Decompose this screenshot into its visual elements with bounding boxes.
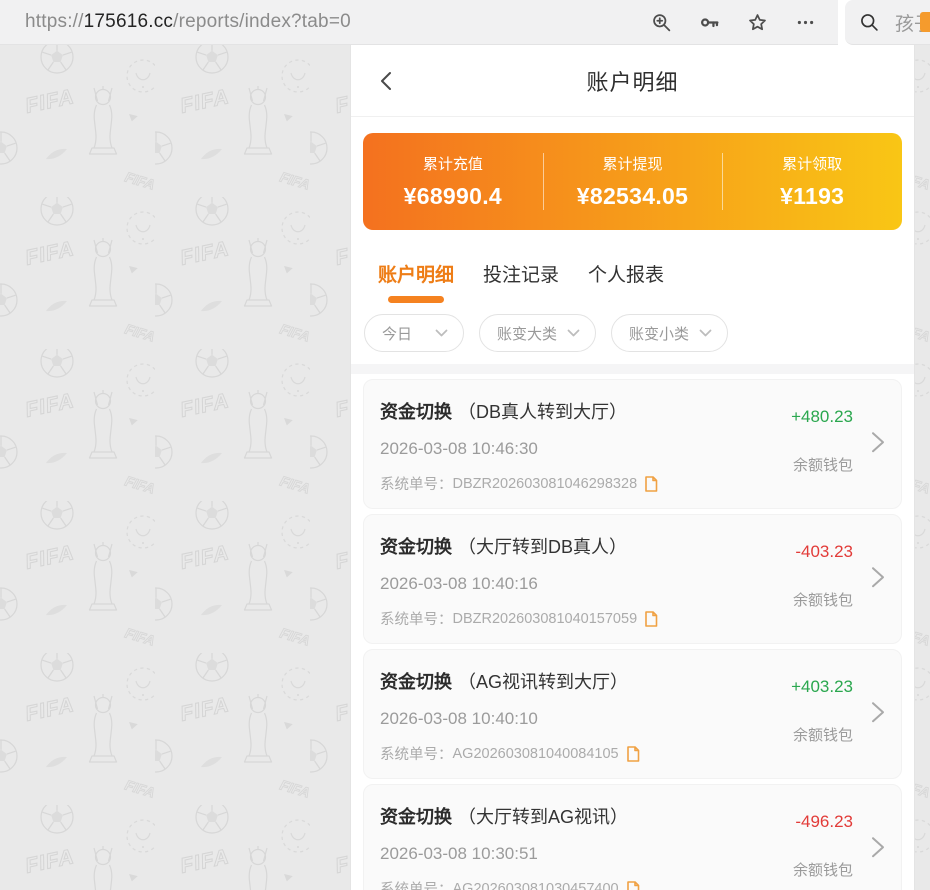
filter-label: 今日 [382,323,412,344]
key-icon[interactable] [698,11,720,33]
summary-card: 累计充值 ¥68990.4 累计提现 ¥82534.05 累计领取 ¥1193 [363,133,902,230]
chevron-left-icon [377,71,397,91]
tx-description: （AG视讯转到大厅） [458,672,628,692]
tx-order-label: 系统单号： [380,878,453,890]
copy-icon[interactable] [644,476,658,492]
transaction-row[interactable]: 资金切换（大厅转到AG视讯） 2026-03-08 10:30:51 系统单号：… [363,784,902,890]
clipped-favicon-icon [920,12,930,32]
tx-amount: -403.23 [795,542,853,562]
filter-minor-category-dropdown[interactable]: 账变小类 [611,314,728,352]
tx-wallet-type: 余额钱包 [793,589,853,610]
chevron-right-icon [871,701,885,723]
tx-order-number: DBZR202603081046298328 [453,476,638,492]
search-icon [859,12,879,32]
filter-date-dropdown[interactable]: 今日 [364,314,464,352]
copy-icon[interactable] [626,881,640,890]
transaction-list: 资金切换（DB真人转到大厅） 2026-03-08 10:46:30 系统单号：… [351,379,914,890]
app-panel: 账户明细 累计充值 ¥68990.4 累计提现 ¥82534.05 累计领取 ¥… [350,45,915,890]
summary-recharge: 累计充值 ¥68990.4 [363,133,543,230]
tx-description: （大厅转到AG视讯） [458,807,628,827]
chevron-down-icon [567,329,580,337]
url-prefix: https:// [25,11,84,32]
filter-label: 账变大类 [497,323,557,344]
tx-wallet-type: 余额钱包 [793,724,853,745]
summary-label: 累计充值 [423,153,483,174]
tx-order-number: AG202603081030457400 [453,881,619,890]
tx-type: 资金切换 [380,672,452,692]
tx-order-label: 系统单号： [380,473,453,494]
zoom-in-icon[interactable] [650,11,672,33]
chevron-right-icon [871,836,885,858]
tab-bar: 账户明细 投注记录 个人报表 [378,260,914,303]
menu-ellipsis-icon[interactable] [794,11,816,33]
summary-value: ¥68990.4 [404,183,502,210]
summary-value: ¥82534.05 [577,183,688,210]
tx-amount: +403.23 [791,677,853,697]
tx-order-label: 系统单号： [380,608,453,629]
summary-label: 累计领取 [782,153,842,174]
tx-amount: +480.23 [791,407,853,427]
chevron-right-icon [871,566,885,588]
tx-type: 资金切换 [380,402,452,422]
url-path: /reports/index?tab=0 [173,11,351,32]
tx-type: 资金切换 [380,807,452,827]
tx-wallet-type: 余额钱包 [793,859,853,880]
active-tab-underline [388,296,444,303]
chevron-right-icon [871,431,885,453]
transaction-row[interactable]: 资金切换（AG视讯转到大厅） 2026-03-08 10:40:10 系统单号：… [363,649,902,779]
summary-withdraw: 累计提现 ¥82534.05 [543,133,723,230]
tx-wallet-type: 余额钱包 [793,454,853,475]
filter-major-category-dropdown[interactable]: 账变大类 [479,314,596,352]
page-background: FIFA FIFA 账户明细 累计充值 ¥68990.4 累计提现 [0,45,930,890]
toolbar-divider [838,0,845,45]
favorite-star-icon[interactable] [746,11,768,33]
tab-label: 投注记录 [483,265,559,286]
tab-bet-records[interactable]: 投注记录 [483,260,559,303]
back-button[interactable] [377,71,397,91]
tx-order-number: AG202603081040084105 [453,746,619,762]
url-text[interactable]: https://175616.cc/reports/index?tab=0 [25,11,650,33]
tab-label: 个人报表 [588,265,664,286]
tab-account-details[interactable]: 账户明细 [378,260,454,303]
filter-label: 账变小类 [629,323,689,344]
transaction-row[interactable]: 资金切换（DB真人转到大厅） 2026-03-08 10:46:30 系统单号：… [363,379,902,509]
address-bar[interactable]: https://175616.cc/reports/index?tab=0 [0,0,838,45]
chevron-down-icon [435,329,448,337]
copy-icon[interactable] [644,611,658,627]
summary-value: ¥1193 [780,183,844,210]
transaction-row[interactable]: 资金切换（大厅转到DB真人） 2026-03-08 10:40:16 系统单号：… [363,514,902,644]
panel-header: 账户明细 [351,45,914,117]
copy-icon[interactable] [626,746,640,762]
tx-description: （大厅转到DB真人） [458,537,627,557]
summary-claimed: 累计领取 ¥1193 [722,133,902,230]
tab-label: 账户明细 [378,265,454,286]
summary-label: 累计提现 [603,153,663,174]
browser-toolbar: https://175616.cc/reports/index?tab=0 孩子 [0,0,930,45]
tx-description: （DB真人转到大厅） [458,402,627,422]
tx-amount: -496.23 [795,812,853,832]
tx-type: 资金切换 [380,537,452,557]
page-title: 账户明细 [586,65,678,97]
tab-personal-report[interactable]: 个人报表 [588,260,664,303]
section-divider [351,364,914,374]
chevron-down-icon [699,329,712,337]
tx-order-label: 系统单号： [380,743,453,764]
filter-bar: 今日 账变大类 账变小类 [364,314,914,352]
browser-search-box[interactable]: 孩子 [845,0,930,45]
tx-order-number: DBZR202603081040157059 [453,611,638,627]
url-domain: 175616.cc [84,11,173,32]
